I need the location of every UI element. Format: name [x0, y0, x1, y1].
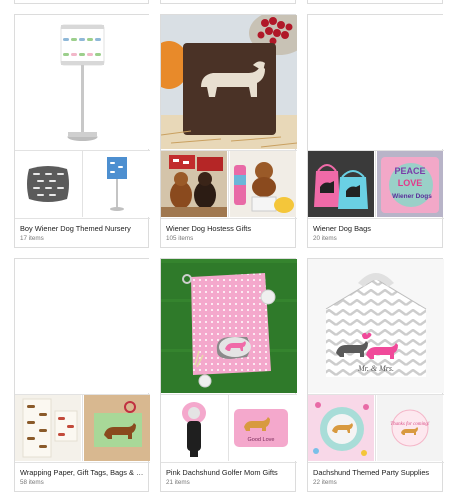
sticker-thumbnail[interactable]: Thanks for coming! [377, 395, 443, 461]
box-tag-text: Mr. & Mrs. [357, 364, 394, 373]
pink-mug-thumbnail[interactable]: Good Love [230, 395, 296, 461]
peace-love-bag-thumbnail[interactable]: PEACE LOVE Wiener Dogs [377, 151, 443, 217]
blue-lamp-thumbnail[interactable] [84, 151, 150, 217]
collection-card-partial-1[interactable] [14, 0, 149, 4]
trivet-image[interactable] [161, 15, 297, 149]
collection-title[interactable]: Wrapping Paper, Gift Tags, Bags & Box... [20, 468, 148, 477]
collection-card-wrapping-paper[interactable]: Wrapping Paper, Gift Tags, Bags & Box...… [14, 258, 150, 492]
wrapping-main-image[interactable] [15, 259, 150, 393]
collection-item-count: 21 items [166, 479, 190, 486]
peace-text: PEACE [394, 166, 425, 176]
wiener-dogs-text: Wiener Dogs [392, 193, 432, 200]
love-text: LOVE [398, 178, 423, 188]
bags-main-image[interactable] [308, 15, 444, 149]
dachshund-photo-thumbnail[interactable] [161, 151, 227, 217]
gift-tag-thumbnail[interactable] [84, 395, 150, 461]
club-cover-thumbnail[interactable] [161, 395, 227, 461]
collection-item-count: 58 items [20, 479, 44, 486]
collection-item-count: 17 items [20, 235, 44, 242]
collection-item-count: 20 items [313, 235, 337, 242]
collection-card-nursery[interactable]: Boy Wiener Dog Themed Nursery 17 items [14, 14, 150, 248]
lamp-image[interactable] [15, 15, 150, 149]
party-plate-thumbnail[interactable] [308, 395, 374, 461]
favor-box-image[interactable]: Mr. & Mrs. [308, 259, 444, 393]
tumbler-thumbnail[interactable] [230, 151, 296, 217]
pillow-thumbnail[interactable] [15, 151, 81, 217]
collection-title[interactable]: Dachshund Themed Party Supplies [313, 468, 441, 477]
collection-card-golfer-gifts[interactable]: Good Love Pink Dachshund Golfer Mom Gift… [160, 258, 297, 492]
collection-title[interactable]: Wiener Dog Bags [313, 224, 441, 233]
collection-item-count: 22 items [313, 479, 337, 486]
sticker-text: Thanks for coming! [390, 422, 430, 427]
collection-card-partial-2[interactable] [160, 0, 296, 4]
collection-title[interactable]: Boy Wiener Dog Themed Nursery [20, 224, 148, 233]
collection-title[interactable]: Pink Dachshund Golfer Mom Gifts [166, 468, 294, 477]
collection-title[interactable]: Wiener Dog Hostess Gifts [166, 224, 294, 233]
tote-bags-thumbnail[interactable] [308, 151, 374, 217]
golf-towel-image[interactable] [161, 259, 297, 393]
collection-card-partial-3[interactable] [307, 0, 443, 4]
collection-card-bags[interactable]: PEACE LOVE Wiener Dogs Wiener Dog Bags 2… [307, 14, 444, 248]
collection-card-hostess-gifts[interactable]: Wiener Dog Hostess Gifts 105 items [160, 14, 297, 248]
collection-item-count: 105 items [166, 235, 194, 242]
mug-text: Good Love [248, 437, 275, 443]
wrapping-paper-thumbnail[interactable] [15, 395, 81, 461]
collection-card-party-supplies[interactable]: Mr. & Mrs. Thanks for coming! Dachshund … [307, 258, 444, 492]
